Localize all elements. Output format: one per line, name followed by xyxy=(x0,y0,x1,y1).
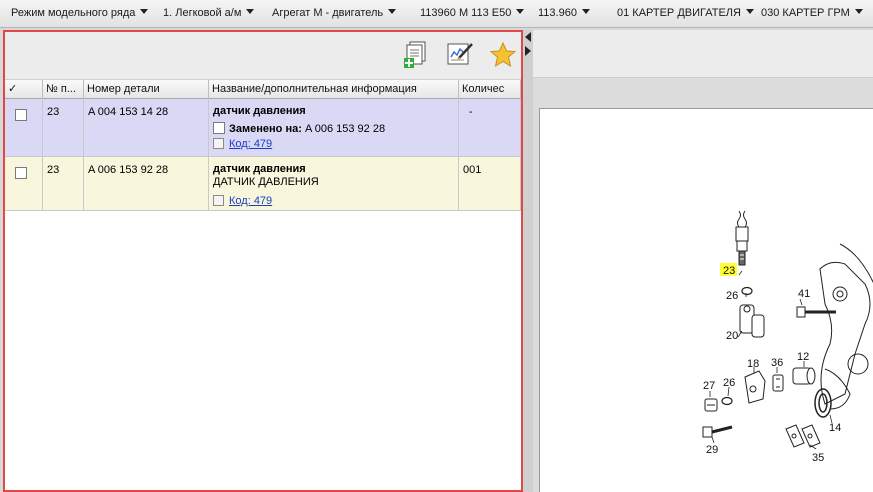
edit-notes-icon[interactable] xyxy=(445,40,475,70)
column-header-quantity[interactable]: Количес xyxy=(459,80,521,99)
code-link[interactable]: Код: 479 xyxy=(229,195,272,207)
part-name: датчик давления xyxy=(213,105,306,117)
plug-part[interactable] xyxy=(704,398,718,412)
breadcrumb-item-engine-code[interactable]: 113.960 xyxy=(538,7,590,21)
replaced-value: A 006 153 92 28 xyxy=(304,123,386,135)
add-to-list-icon[interactable] xyxy=(401,40,431,70)
breadcrumb: Режим модельного ряда 1. Легковой а/м Аг… xyxy=(0,0,873,28)
breadcrumb-item-engine-model[interactable]: 113960 M 113 E50 xyxy=(420,7,525,21)
document-icon xyxy=(213,195,224,206)
table-row[interactable]: 23 A 006 153 92 28 датчик давления ДАТЧИ… xyxy=(5,157,521,211)
breadcrumb-item-vehicle-class[interactable]: 1. Легковой а/м xyxy=(163,7,255,21)
chevron-down-icon xyxy=(854,9,863,14)
parts-toolbar xyxy=(5,32,521,80)
timing-case-part[interactable] xyxy=(819,243,873,410)
callout-label[interactable]: 36 xyxy=(771,357,783,369)
callout-label[interactable]: 26 xyxy=(723,377,735,389)
exploded-view-drawing[interactable]: 23 26 41 20 18 36 12 27 26 14 29 35 xyxy=(539,108,873,492)
drawing-pane: 23 26 41 20 18 36 12 27 26 14 29 35 xyxy=(533,30,873,492)
table-row[interactable]: 23 A 004 153 14 28 датчик давления Замен… xyxy=(5,99,521,157)
callout-label[interactable]: 26 xyxy=(726,290,738,302)
washer-part[interactable] xyxy=(741,286,753,296)
seal-ring-part[interactable] xyxy=(814,388,832,418)
chevron-down-icon xyxy=(140,9,149,14)
bolt-part[interactable] xyxy=(796,306,836,318)
bushing-part[interactable] xyxy=(792,367,816,385)
row-check-cell xyxy=(5,157,43,210)
position-cell: 23 xyxy=(43,99,84,156)
clip-part[interactable] xyxy=(772,374,784,392)
column-header-part-number[interactable]: Номер детали xyxy=(84,80,209,99)
position-cell: 23 xyxy=(43,157,84,210)
row-checkbox[interactable] xyxy=(15,109,27,121)
callout-label[interactable]: 35 xyxy=(812,452,824,464)
callout-label[interactable]: 27 xyxy=(703,380,715,392)
breadcrumb-item-group[interactable]: 01 КАРТЕР ДВИГАТЕЛЯ xyxy=(617,7,754,21)
part-subname: ДАТЧИК ДАВЛЕНИЯ xyxy=(213,176,319,188)
parts-list-pane: ✓ № п... Номер детали Название/дополните… xyxy=(3,30,523,492)
breadcrumb-item-aggregate[interactable]: Агрегат М - двигатель xyxy=(272,7,397,21)
favorite-star-icon[interactable] xyxy=(488,40,518,70)
code-line: Код: 479 xyxy=(213,138,458,150)
adapter-part[interactable] xyxy=(739,304,765,338)
column-header-name[interactable]: Название/дополнительная информация xyxy=(209,80,459,99)
row-check-cell xyxy=(5,99,43,156)
drawing-svg: 23 26 41 20 18 36 12 27 26 14 29 35 xyxy=(702,210,873,464)
column-header-check[interactable]: ✓ xyxy=(5,80,43,99)
replaced-checkbox[interactable] xyxy=(213,122,225,134)
collapse-right-icon[interactable] xyxy=(525,46,531,56)
document-icon xyxy=(213,138,224,149)
clip-part[interactable] xyxy=(785,424,821,448)
chevron-down-icon xyxy=(516,9,525,14)
breadcrumb-item-mode[interactable]: Режим модельного ряда xyxy=(11,7,149,21)
chevron-down-icon xyxy=(388,9,397,14)
quantity-cell: - xyxy=(459,99,521,156)
name-cell: датчик давления ДАТЧИК ДАВЛЕНИЯ Код: 479 xyxy=(209,157,459,210)
callout-label[interactable]: 29 xyxy=(706,444,718,456)
row-checkbox[interactable] xyxy=(15,167,27,179)
callout-label[interactable]: 23 xyxy=(723,265,735,277)
code-line: Код: 479 xyxy=(213,195,458,207)
callout-label[interactable]: 41 xyxy=(798,288,810,300)
callout-label[interactable]: 18 xyxy=(747,358,759,370)
chevron-down-icon xyxy=(246,9,255,14)
quantity-cell: 001 xyxy=(459,157,521,210)
parts-table-header: ✓ № п... Номер детали Название/дополните… xyxy=(5,80,521,99)
column-header-position[interactable]: № п... xyxy=(43,80,84,99)
breadcrumb-item-subgroup[interactable]: 030 КАРТЕР ГРМ xyxy=(761,7,863,21)
drawing-toolbar xyxy=(533,30,873,78)
replaced-label: Заменено на: xyxy=(229,123,302,135)
part-number-cell: A 006 153 92 28 xyxy=(84,157,209,210)
chevron-down-icon xyxy=(581,9,590,14)
callout-label[interactable]: 12 xyxy=(797,351,809,363)
pane-splitter[interactable] xyxy=(523,30,533,492)
callout-label[interactable]: 20 xyxy=(726,330,738,342)
collapse-left-icon[interactable] xyxy=(525,32,531,42)
bracket-part[interactable] xyxy=(744,370,766,404)
bolt-part[interactable] xyxy=(702,425,733,438)
washer-part[interactable] xyxy=(721,396,733,406)
part-number-cell: A 004 153 14 28 xyxy=(84,99,209,156)
name-cell: датчик давления Заменено на: A 006 153 9… xyxy=(209,99,459,156)
callout-label[interactable]: 14 xyxy=(829,422,841,434)
part-name: датчик давления xyxy=(213,163,306,175)
chevron-down-icon xyxy=(745,9,754,14)
replaced-by-line: Заменено на: A 006 153 92 28 xyxy=(213,122,458,135)
code-link[interactable]: Код: 479 xyxy=(229,138,272,150)
pressure-sensor-part[interactable] xyxy=(735,210,749,266)
